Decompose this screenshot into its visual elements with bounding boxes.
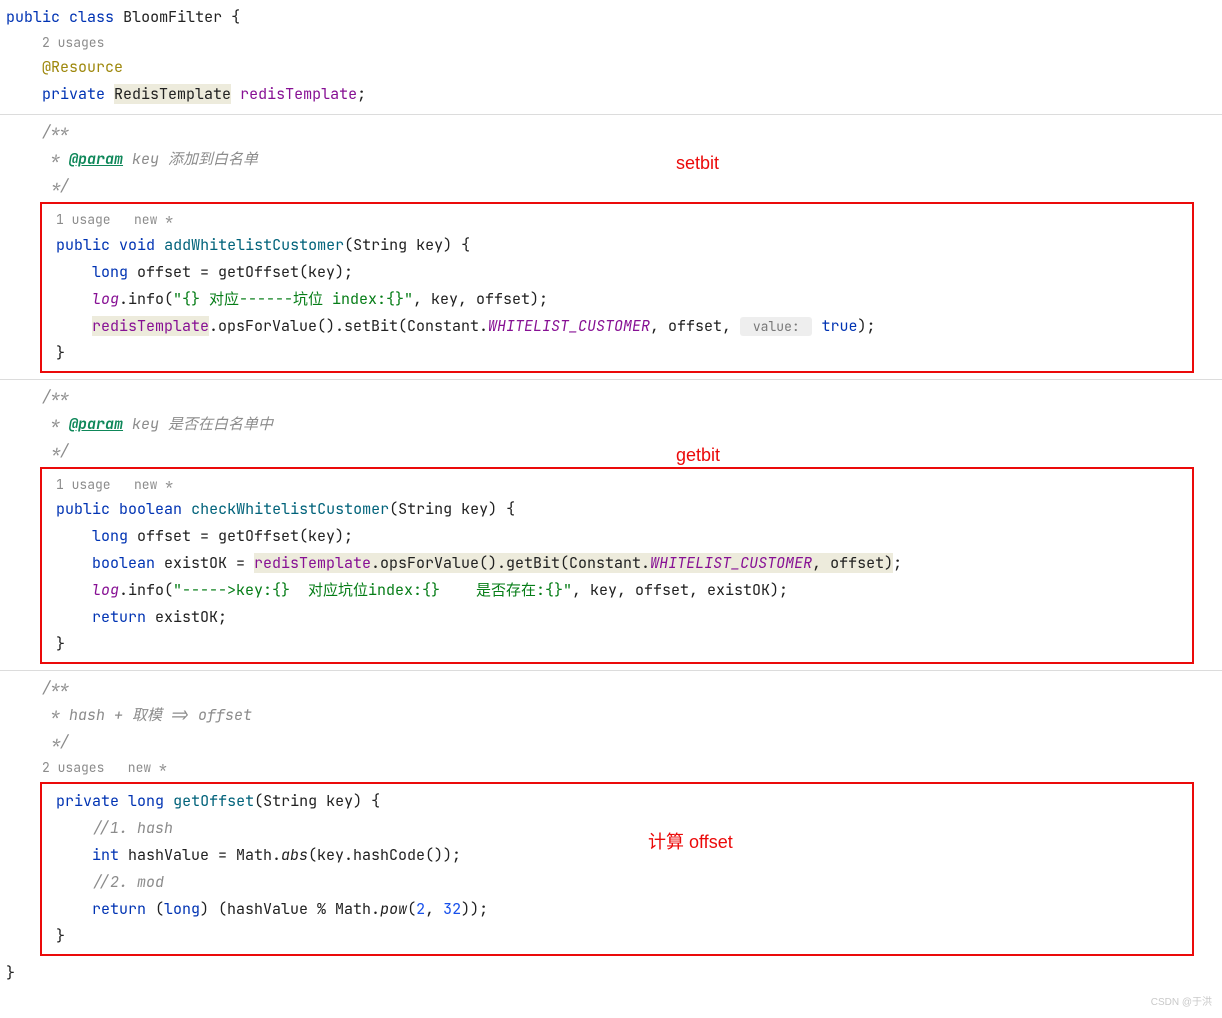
- close-brace: }: [44, 631, 1192, 658]
- field-declaration: private RedisTemplate redisTemplate;: [6, 81, 1216, 108]
- comment: //2. mod: [44, 869, 1192, 896]
- param-hint: value:: [740, 317, 812, 336]
- usages-hint[interactable]: 1 usage new *: [44, 208, 1192, 231]
- javadoc: */: [6, 729, 1216, 756]
- javadoc: /**: [6, 384, 1216, 411]
- label-offset: 计算 offset: [648, 826, 733, 858]
- annotation: @Resource: [6, 54, 1216, 81]
- javadoc: * @param key 是否在白名单中: [6, 411, 1216, 438]
- separator: [0, 670, 1222, 671]
- code-line: return existOK;: [44, 604, 1192, 631]
- usages-hint[interactable]: 1 usage new *: [44, 473, 1192, 496]
- method-block-check: getbit /** * @param key 是否在白名单中 */ 1 usa…: [6, 384, 1216, 664]
- close-brace: }: [44, 340, 1192, 367]
- javadoc: * hash + 取模 => offset: [6, 702, 1216, 729]
- separator: [0, 379, 1222, 380]
- usages-hint[interactable]: 2 usages: [6, 31, 1216, 54]
- highlight-box-offset: 计算 offset private long getOffset(String …: [40, 782, 1194, 956]
- separator: [0, 114, 1222, 115]
- code-line: log.info("{} 对应------坑位 index:{}", key, …: [44, 286, 1192, 313]
- method-block-add: setbit /** * @param key 添加到白名单 */ 1 usag…: [6, 119, 1216, 372]
- class-declaration: public class BloomFilter {: [6, 4, 1216, 31]
- method-block-offset: /** * hash + 取模 => offset */ 2 usages ne…: [6, 675, 1216, 955]
- usages-hint[interactable]: 2 usages new *: [6, 756, 1216, 779]
- code-line: log.info("----->key:{} 对应坑位index:{} 是否存在…: [44, 577, 1192, 604]
- method-signature: private long getOffset(String key) {: [44, 788, 1192, 815]
- javadoc: /**: [6, 119, 1216, 146]
- method-signature: public void addWhitelistCustomer(String …: [44, 232, 1192, 259]
- highlight-box-getbit: 1 usage new * public boolean checkWhitel…: [40, 467, 1194, 664]
- code-line: redisTemplate.opsForValue().setBit(Const…: [44, 313, 1192, 340]
- close-brace: }: [44, 923, 1192, 950]
- method-signature: public boolean checkWhitelistCustomer(St…: [44, 496, 1192, 523]
- label-setbit: setbit: [676, 147, 719, 179]
- code-line: long offset = getOffset(key);: [44, 523, 1192, 550]
- javadoc: */: [6, 438, 1216, 465]
- class-close-brace: }: [6, 960, 1216, 987]
- code-line: boolean existOK = redisTemplate.opsForVa…: [44, 550, 1192, 577]
- watermark: CSDN @于洪: [1151, 994, 1212, 1012]
- comment: //1. hash: [44, 815, 1192, 842]
- code-line: long offset = getOffset(key);: [44, 259, 1192, 286]
- javadoc: */: [6, 173, 1216, 200]
- highlight-box-setbit: 1 usage new * public void addWhitelistCu…: [40, 202, 1194, 372]
- javadoc: /**: [6, 675, 1216, 702]
- javadoc: * @param key 添加到白名单: [6, 146, 1216, 173]
- code-line: int hashValue = Math.abs(key.hashCode())…: [44, 842, 1192, 869]
- code-line: return (long) (hashValue % Math.pow(2, 3…: [44, 896, 1192, 923]
